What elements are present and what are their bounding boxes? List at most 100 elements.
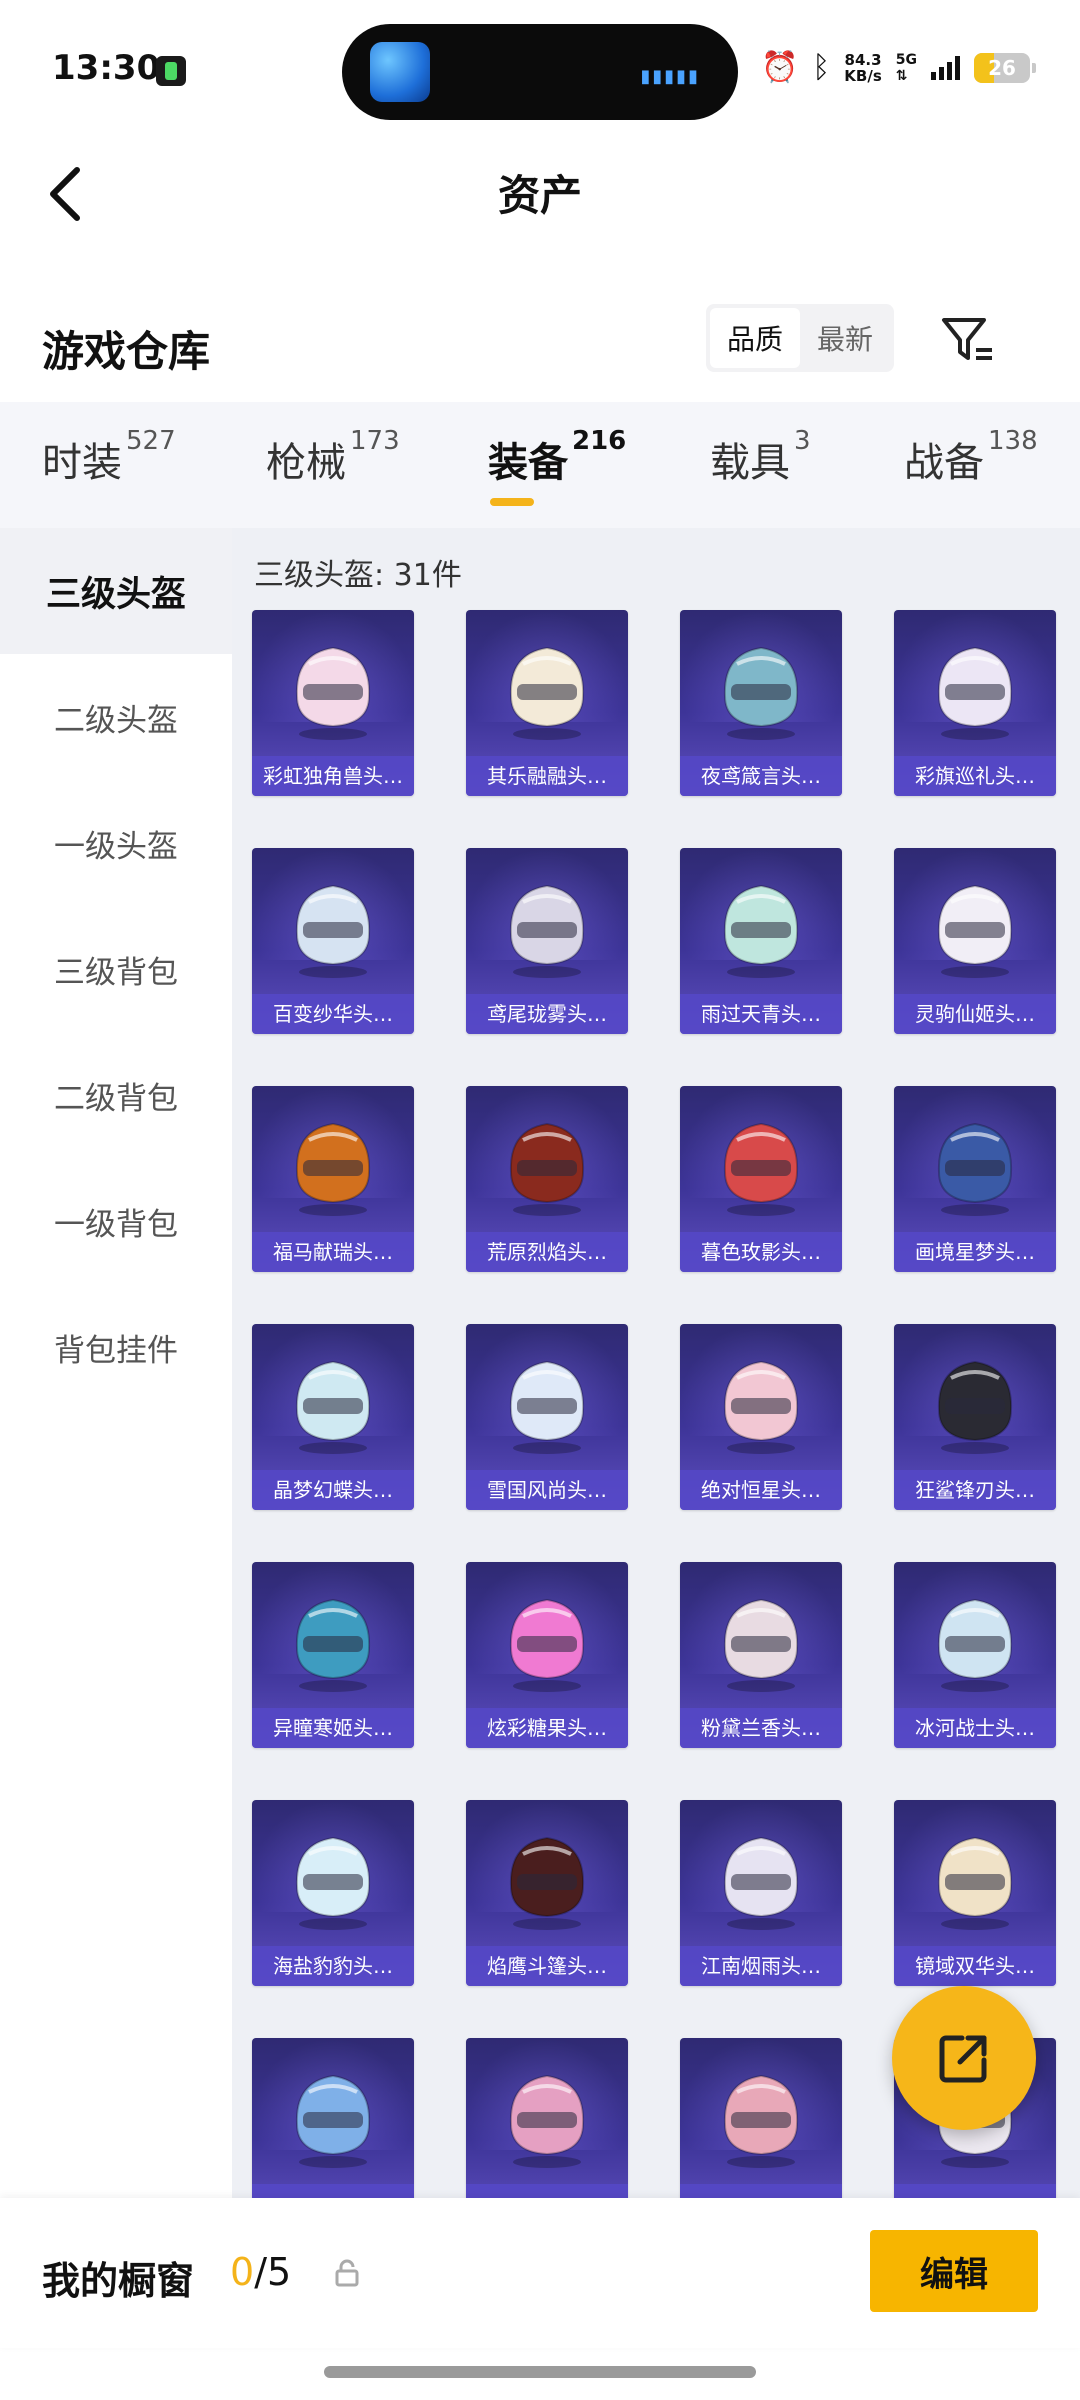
item-card[interactable] xyxy=(680,2038,842,2198)
item-card[interactable]: 异瞳寒姬头… xyxy=(252,1562,414,1748)
helmet-icon xyxy=(509,1122,585,1216)
helmet-icon xyxy=(723,1836,799,1930)
media-thumbnail xyxy=(370,42,430,102)
warehouse-title: 游戏仓库 xyxy=(42,327,211,376)
tab-fashion[interactable]: 时装 527 xyxy=(42,426,176,488)
helmet-icon xyxy=(937,1598,1013,1692)
page-title: 资产 xyxy=(497,171,582,220)
showcase-label: 我的橱窗 xyxy=(42,2259,195,2303)
showcase-count: 0/5 xyxy=(230,2250,291,2294)
sidebar-item-level2-helmet[interactable]: 二级头盔 xyxy=(0,654,232,780)
sidebar-item-backpack-charm[interactable]: 背包挂件 xyxy=(0,1284,232,1410)
item-card[interactable]: 海盐豹豹头… xyxy=(252,1800,414,1986)
item-card[interactable]: 夜鸢箴言头… xyxy=(680,610,842,796)
item-card[interactable]: 镜域双华头… xyxy=(894,1800,1056,1986)
item-grid-panel: 三级头盔: 31件 彩虹独角兽头… 其乐融融头… 夜鸢箴言头… 彩旗巡礼头… 百变纱华头… xyxy=(232,528,1080,2198)
item-card[interactable]: 彩虹独角兽头… xyxy=(252,610,414,796)
item-card[interactable] xyxy=(252,2038,414,2198)
sort-quality-button[interactable]: 品质 xyxy=(710,308,800,368)
helmet-icon xyxy=(295,1598,371,1692)
item-card[interactable]: 狂鲨锋刃头… xyxy=(894,1324,1056,1510)
tab-label: 战备 xyxy=(904,440,984,486)
helmet-icon xyxy=(723,884,799,978)
tab-combat-gear[interactable]: 战备 138 xyxy=(904,426,1038,488)
filter-button[interactable] xyxy=(938,312,998,368)
home-indicator xyxy=(324,2366,756,2378)
dynamic-island[interactable]: ▮▮▮▮▮ xyxy=(342,24,738,120)
helmet-icon xyxy=(723,646,799,740)
warehouse-header: 游戏仓库 品质 最新 xyxy=(0,290,1080,400)
helmet-icon xyxy=(509,884,585,978)
bluetooth-icon: ᛒ xyxy=(812,50,831,85)
item-name xyxy=(680,2184,842,2198)
item-name: 粉黛兰香头… xyxy=(680,1708,842,1748)
item-card[interactable]: 百变纱华头… xyxy=(252,848,414,1034)
share-button[interactable] xyxy=(892,1986,1036,2130)
sort-newest-button[interactable]: 最新 xyxy=(800,308,890,368)
status-indicators: ⏰ ᛒ 84.3 KB/s 5G ⇅ 26 xyxy=(760,48,1036,88)
tab-vehicles[interactable]: 载具 3 xyxy=(710,426,811,488)
helmet-icon xyxy=(295,884,371,978)
tab-equipment[interactable]: 装备 216 xyxy=(488,426,626,488)
helmet-icon xyxy=(937,1360,1013,1454)
tab-count: 138 xyxy=(988,426,1038,456)
helmet-icon xyxy=(295,2074,371,2168)
item-card[interactable]: 鸢尾珑雾头… xyxy=(466,848,628,1034)
item-card[interactable]: 画境星梦头… xyxy=(894,1086,1056,1272)
item-name: 灵驹仙姬头… xyxy=(894,994,1056,1034)
item-name: 晶梦幻蝶头… xyxy=(252,1470,414,1510)
tab-count: 216 xyxy=(572,426,627,456)
sidebar-item-level3-backpack[interactable]: 三级背包 xyxy=(0,906,232,1032)
music-app-icon xyxy=(156,56,186,86)
item-name: 雪国风尚头… xyxy=(466,1470,628,1510)
sidebar-item-level3-helmet[interactable]: 三级头盔 xyxy=(0,528,232,654)
tab-count: 527 xyxy=(126,426,176,456)
edit-button[interactable]: 编辑 xyxy=(870,2230,1038,2312)
item-name xyxy=(466,2184,628,2198)
item-card[interactable]: 江南烟雨头… xyxy=(680,1800,842,1986)
battery-level: 26 xyxy=(988,56,1016,80)
item-card[interactable]: 雨过天青头… xyxy=(680,848,842,1034)
helmet-icon xyxy=(723,1122,799,1216)
tab-count: 173 xyxy=(350,426,400,456)
item-card[interactable]: 冰河战士头… xyxy=(894,1562,1056,1748)
item-card[interactable]: 暮色玫影头… xyxy=(680,1086,842,1272)
tab-count: 3 xyxy=(794,426,811,456)
helmet-icon xyxy=(509,1598,585,1692)
helmet-icon xyxy=(723,1360,799,1454)
item-name: 镜域双华头… xyxy=(894,1946,1056,1986)
item-card[interactable]: 灵驹仙姬头… xyxy=(894,848,1056,1034)
item-name: 鸢尾珑雾头… xyxy=(466,994,628,1034)
helmet-icon xyxy=(937,884,1013,978)
battery-icon: 26 xyxy=(974,53,1036,83)
helmet-icon xyxy=(509,1836,585,1930)
item-card[interactable]: 晶梦幻蝶头… xyxy=(252,1324,414,1510)
status-time: 13:30 xyxy=(52,48,161,88)
item-card[interactable]: 福马献瑞头… xyxy=(252,1086,414,1272)
item-card[interactable]: 荒原烈焰头… xyxy=(466,1086,628,1272)
item-card[interactable]: 彩旗巡礼头… xyxy=(894,610,1056,796)
item-card[interactable]: 炫彩糖果头… xyxy=(466,1562,628,1748)
sidebar-item-level2-backpack[interactable]: 二级背包 xyxy=(0,1032,232,1158)
alarm-icon: ⏰ xyxy=(760,50,799,85)
item-card[interactable] xyxy=(466,2038,628,2198)
helmet-icon xyxy=(723,2074,799,2168)
sort-toggle: 品质 最新 xyxy=(706,304,894,372)
grid-heading: 三级头盔: 31件 xyxy=(254,558,462,593)
sidebar-item-level1-backpack[interactable]: 一级背包 xyxy=(0,1158,232,1284)
sidebar-item-level1-helmet[interactable]: 一级头盔 xyxy=(0,780,232,906)
helmet-icon xyxy=(295,1360,371,1454)
filter-icon xyxy=(942,318,992,360)
item-name xyxy=(252,2184,414,2198)
network-label: 5G xyxy=(895,52,917,68)
item-card[interactable]: 雪国风尚头… xyxy=(466,1324,628,1510)
item-name: 绝对恒星头… xyxy=(680,1470,842,1510)
category-tabs: 时装 527 枪械 173 装备 216 载具 3 战备 138 xyxy=(0,402,1080,528)
helmet-icon xyxy=(723,1598,799,1692)
item-card[interactable]: 焰鹰斗篷头… xyxy=(466,1800,628,1986)
tab-firearms[interactable]: 枪械 173 xyxy=(266,426,400,488)
item-card[interactable]: 绝对恒星头… xyxy=(680,1324,842,1510)
item-card[interactable]: 其乐融融头… xyxy=(466,610,628,796)
item-card[interactable]: 粉黛兰香头… xyxy=(680,1562,842,1748)
subcategory-sidebar: 三级头盔 二级头盔 一级头盔 三级背包 二级背包 一级背包 背包挂件 xyxy=(0,528,232,2198)
